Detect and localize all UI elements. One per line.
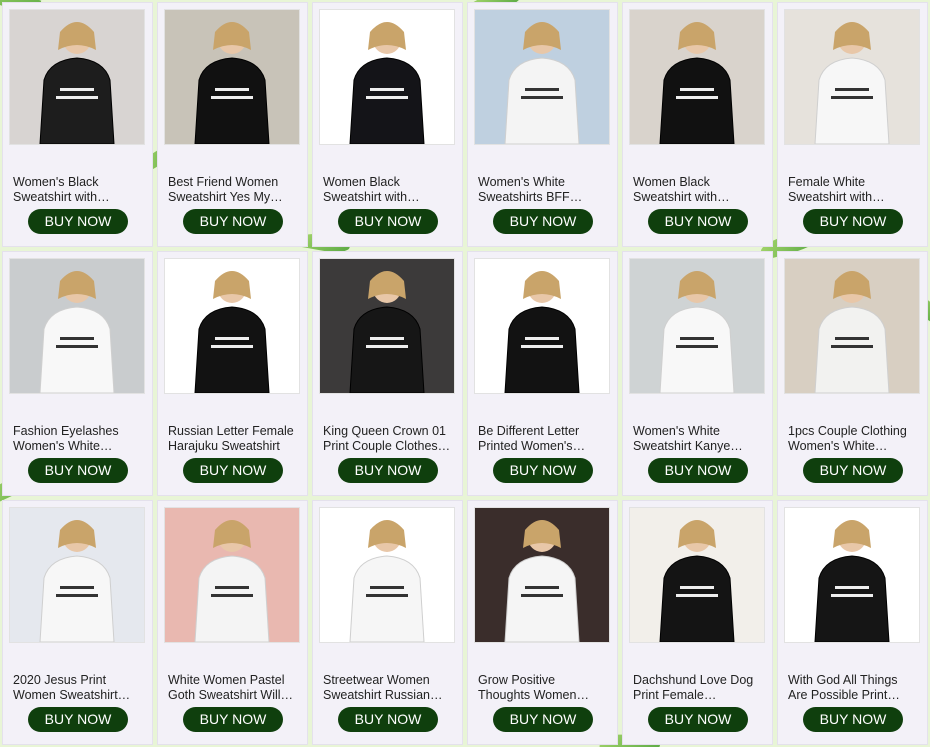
product-image[interactable] — [164, 507, 300, 643]
product-card[interactable]: White Women Pastel Goth Sweatshirt Will … — [158, 501, 307, 744]
product-card[interactable]: Women Black Sweatshirt with Russian Prin… — [623, 3, 772, 246]
product-card[interactable]: King Queen Crown 01 Print Couple Clothes… — [313, 252, 462, 495]
product-image[interactable] — [629, 9, 765, 145]
product-image[interactable] — [784, 258, 920, 394]
product-card[interactable]: Fashion Eyelashes Women's White Sweatshi… — [3, 252, 152, 495]
product-title[interactable]: Women's Black Sweatshirt with Russian Le… — [13, 175, 141, 205]
buy-now-button[interactable]: BUY NOW — [28, 707, 128, 732]
buy-now-button[interactable]: BUY NOW — [183, 458, 283, 483]
product-image[interactable] — [9, 9, 145, 145]
buy-now-button[interactable]: BUY NOW — [338, 209, 438, 234]
product-card[interactable]: Grow Positive Thoughts Women Sweatshirt B… — [468, 501, 617, 744]
product-title[interactable]: Dachshund Love Dog Print Female Sweatshi… — [633, 673, 761, 703]
product-image[interactable] — [784, 507, 920, 643]
product-title[interactable]: With God All Things Are Possible Print S… — [788, 673, 916, 703]
product-card[interactable]: 1pcs Couple Clothing Women's White Sweat… — [778, 252, 927, 495]
buy-now-button[interactable]: BUY NOW — [493, 707, 593, 732]
product-card[interactable]: With God All Things Are Possible Print S… — [778, 501, 927, 744]
product-image[interactable] — [474, 9, 610, 145]
product-title[interactable]: Streetwear Women Sweatshirt Russian Insc… — [323, 673, 451, 703]
product-image[interactable] — [164, 258, 300, 394]
product-title[interactable]: Grow Positive Thoughts Women Sweatshirt — [478, 673, 606, 703]
buy-now-button[interactable]: BUY NOW — [803, 458, 903, 483]
product-card[interactable]: 2020 Jesus Print Women Sweatshirt Christ… — [3, 501, 152, 744]
product-title[interactable]: 2020 Jesus Print Women Sweatshirt Christ… — [13, 673, 141, 703]
product-card[interactable]: Dachshund Love Dog Print Female Sweatshi… — [623, 501, 772, 744]
product-image[interactable] — [629, 258, 765, 394]
product-title[interactable]: Women Black Sweatshirt with Russian Prin… — [633, 175, 761, 205]
product-card[interactable]: Streetwear Women Sweatshirt Russian Insc… — [313, 501, 462, 744]
product-card[interactable]: Female White Sweatshirt with Russian Let… — [778, 3, 927, 246]
buy-now-button[interactable]: BUY NOW — [803, 209, 903, 234]
buy-now-button[interactable]: BUY NOW — [493, 209, 593, 234]
product-card[interactable]: Russian Letter Female Harajuku Sweatshir… — [158, 252, 307, 495]
product-card[interactable]: Women's Black Sweatshirt with Russian Le… — [3, 3, 152, 246]
product-title[interactable]: King Queen Crown 01 Print Couple Clothes… — [323, 424, 451, 454]
product-card[interactable]: Women's White Sweatshirt Kanye West Prin… — [623, 252, 772, 495]
product-image[interactable] — [319, 9, 455, 145]
buy-now-button[interactable]: BUY NOW — [28, 209, 128, 234]
product-card[interactable]: Women Black Sweatshirt with Russian Insc… — [313, 3, 462, 246]
product-image[interactable] — [164, 9, 300, 145]
buy-now-button[interactable]: BUY NOW — [648, 458, 748, 483]
product-card[interactable]: Best Friend Women Sweatshirt Yes My BFF … — [158, 3, 307, 246]
product-grid: Women's Black Sweatshirt with Russian Le… — [0, 0, 930, 747]
buy-now-button[interactable]: BUY NOW — [183, 209, 283, 234]
product-title[interactable]: 1pcs Couple Clothing Women's White Sweat… — [788, 424, 916, 454]
buy-now-button[interactable]: BUY NOW — [183, 707, 283, 732]
product-image[interactable] — [319, 507, 455, 643]
product-card[interactable]: Be Different Letter Printed Women's Swea… — [468, 252, 617, 495]
product-title[interactable]: Russian Letter Female Harajuku Sweatshir… — [168, 424, 296, 454]
product-title[interactable]: Women's White Sweatshirts BFF Burger Fri… — [478, 175, 606, 205]
buy-now-button[interactable]: BUY NOW — [493, 458, 593, 483]
buy-now-button[interactable]: BUY NOW — [648, 209, 748, 234]
product-title[interactable]: Best Friend Women Sweatshirt Yes My BFF … — [168, 175, 296, 205]
buy-now-button[interactable]: BUY NOW — [803, 707, 903, 732]
product-image[interactable] — [9, 507, 145, 643]
product-title[interactable]: Female White Sweatshirt with Russian Let… — [788, 175, 916, 205]
product-image[interactable] — [474, 507, 610, 643]
product-image[interactable] — [9, 258, 145, 394]
product-title[interactable]: White Women Pastel Goth Sweatshirt Will … — [168, 673, 296, 703]
product-image[interactable] — [319, 258, 455, 394]
product-image[interactable] — [629, 507, 765, 643]
buy-now-button[interactable]: BUY NOW — [338, 458, 438, 483]
buy-now-button[interactable]: BUY NOW — [28, 458, 128, 483]
product-image[interactable] — [784, 9, 920, 145]
product-card[interactable]: Women's White Sweatshirts BFF Burger Fri… — [468, 3, 617, 246]
buy-now-button[interactable]: BUY NOW — [338, 707, 438, 732]
product-title[interactable]: Women Black Sweatshirt with Russian Insc… — [323, 175, 451, 205]
product-title[interactable]: Women's White Sweatshirt Kanye West Prin… — [633, 424, 761, 454]
buy-now-button[interactable]: BUY NOW — [648, 707, 748, 732]
product-image[interactable] — [474, 258, 610, 394]
product-title[interactable]: Fashion Eyelashes Women's White Sweatshi… — [13, 424, 141, 454]
product-title[interactable]: Be Different Letter Printed Women's Swea… — [478, 424, 606, 454]
